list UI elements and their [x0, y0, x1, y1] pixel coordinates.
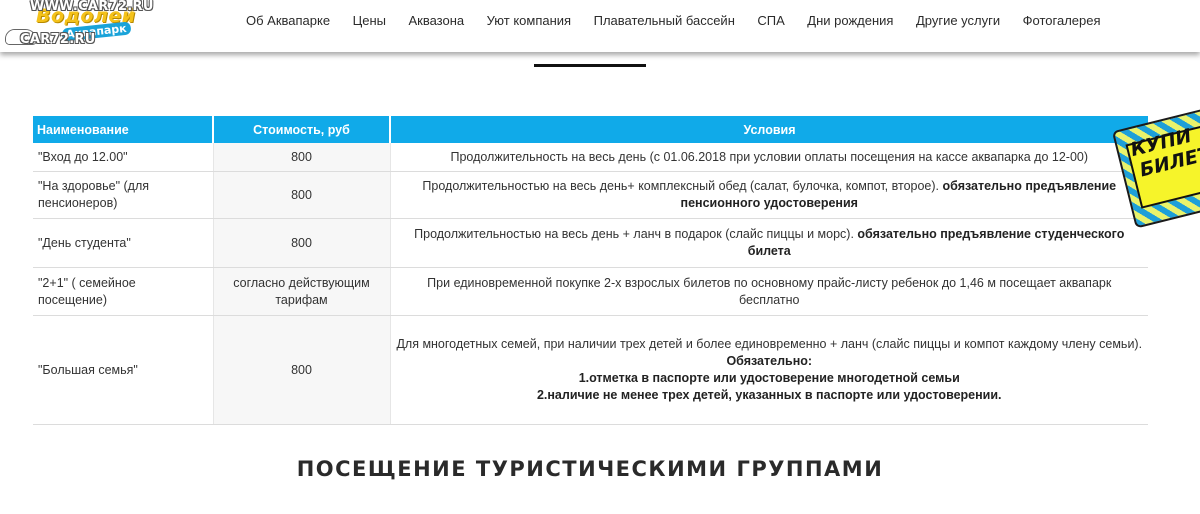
- row-conditions: Продолжительностью на весь день+ комплек…: [390, 171, 1148, 219]
- conditions-text: Продолжительностью на весь день+ комплек…: [422, 179, 940, 193]
- nav-item-about[interactable]: Об Аквапарке: [246, 13, 330, 28]
- nav-item-other-services[interactable]: Другие услуги: [916, 13, 1000, 28]
- conditions-text: Продолжительность на весь день (с 01.06.…: [450, 149, 1089, 164]
- row-price: согласно действующим тарифам: [212, 267, 391, 316]
- site-header: Водолей Аквапарк WWW.CAR72.RU CAR72.RU О…: [0, 0, 1200, 52]
- watermark-top: WWW.CAR72.RU: [30, 0, 154, 14]
- nav-item-prices[interactable]: Цены: [353, 13, 386, 28]
- section-title: ПОСЕЩЕНИЕ ТУРИСТИЧЕСКИМИ ГРУППАМИ: [296, 457, 884, 481]
- column-header-name: Наименование: [33, 116, 213, 143]
- watermark-bottom: CAR72.RU: [20, 32, 96, 47]
- conditions-text: Для многодетных семей, при наличии трех …: [396, 337, 1143, 351]
- site-logo[interactable]: Водолей Аквапарк WWW.CAR72.RU CAR72.RU: [0, 0, 190, 52]
- row-conditions: Продолжительностью на весь день + ланч в…: [390, 218, 1148, 268]
- column-header-conditions: Условия: [389, 116, 1148, 143]
- row-name: "2+1" ( семейное посещение): [33, 267, 213, 316]
- conditions-required-item: 1.отметка в паспорте или удостоверение м…: [578, 371, 960, 385]
- section-divider: [534, 64, 646, 67]
- row-conditions: При единовременной покупке 2-х взрослых …: [390, 267, 1148, 316]
- main-nav: Об Аквапарке Цены Аквазона Уют компания …: [246, 0, 1123, 40]
- row-name: "День студента": [33, 218, 213, 268]
- row-price: 800: [212, 171, 391, 219]
- nav-item-aquazone[interactable]: Аквазона: [408, 13, 464, 28]
- table-row: "Вход до 12.00" 800 Продолжительность на…: [33, 143, 1148, 172]
- conditions-text: При единовременной покупке 2-х взрослых …: [427, 275, 1112, 307]
- price-table: Наименование Стоимость, руб Условия "Вхо…: [33, 116, 1148, 425]
- table-row: "День студента" 800 Продолжительностью н…: [33, 218, 1148, 268]
- nav-item-photo-gallery[interactable]: Фотогалерея: [1023, 13, 1101, 28]
- table-row: "Большая семья" 800 Для многодетных семе…: [33, 315, 1148, 425]
- row-price: 800: [212, 315, 391, 425]
- row-conditions: Для многодетных семей, при наличии трех …: [390, 315, 1148, 425]
- conditions-required-item: 2.наличие не менее трех детей, указанных…: [536, 388, 1002, 402]
- row-name: "На здоровье" (для пенсионеров): [33, 171, 213, 219]
- row-name: "Вход до 12.00": [33, 143, 213, 172]
- table-row: "На здоровье" (для пенсионеров) 800 Прод…: [33, 171, 1148, 219]
- row-price: 800: [212, 143, 391, 172]
- nav-item-birthdays[interactable]: Дни рождения: [807, 13, 893, 28]
- table-header-row: Наименование Стоимость, руб Условия: [33, 116, 1148, 143]
- row-conditions: Продолжительность на весь день (с 01.06.…: [390, 143, 1148, 172]
- table-row: "2+1" ( семейное посещение) согласно дей…: [33, 267, 1148, 316]
- conditions-required-heading: Обязательно:: [726, 354, 813, 368]
- row-price: 800: [212, 218, 391, 268]
- nav-item-cozy-company[interactable]: Уют компания: [487, 13, 571, 28]
- nav-item-swimming-pool[interactable]: Плавательный бассейн: [594, 13, 735, 28]
- column-header-price: Стоимость, руб: [212, 116, 390, 143]
- nav-item-spa[interactable]: СПА: [757, 13, 784, 28]
- row-name: "Большая семья": [33, 315, 213, 425]
- conditions-text: Продолжительностью на весь день + ланч в…: [414, 227, 854, 241]
